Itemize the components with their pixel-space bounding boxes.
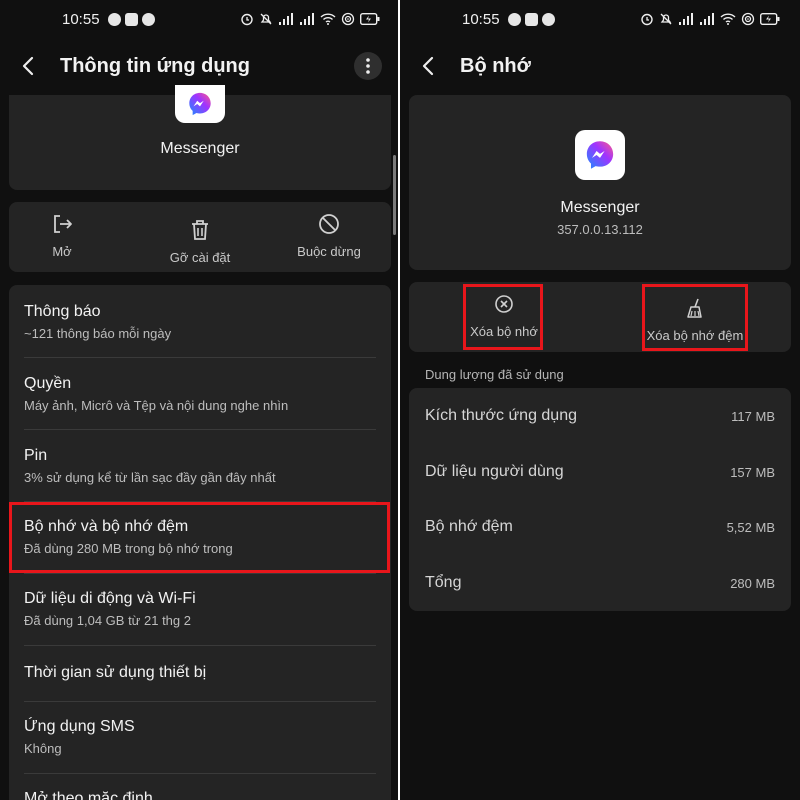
storage-value: 280 MB bbox=[730, 575, 775, 591]
storage-label: Kích thước ứng dụng bbox=[425, 407, 577, 424]
divider bbox=[24, 701, 376, 702]
status-bar: 10:55 bbox=[0, 0, 400, 38]
trash-icon bbox=[192, 220, 208, 240]
divider bbox=[24, 573, 376, 574]
list-item-title: Thông báo bbox=[24, 303, 101, 320]
status-bar: 10:55 bbox=[400, 0, 800, 38]
messenger-icon bbox=[175, 85, 225, 123]
list-item-permissions[interactable]: Quyền Máy ảnh, Micrô và Tệp và nội dung … bbox=[9, 375, 391, 413]
gallery-notification-icon bbox=[524, 12, 538, 26]
open-icon bbox=[54, 215, 72, 233]
list-item-subtitle: 3% sử dụng kể từ lần sạc đầy gần đây nhấ… bbox=[24, 470, 276, 485]
storage-value: 117 MB bbox=[731, 408, 775, 424]
highlight-box bbox=[9, 502, 390, 573]
divider bbox=[24, 645, 376, 646]
storage-row-cache: Bộ nhớ đệm 5,52 MB bbox=[409, 499, 791, 555]
storage-label: Dữ liệu người dùng bbox=[425, 463, 564, 480]
block-icon bbox=[319, 214, 339, 234]
list-item-screen-time[interactable]: Thời gian sử dụng thiết bị bbox=[9, 664, 391, 682]
list-item-battery[interactable]: Pin 3% sử dụng kể từ lần sạc đầy gần đây… bbox=[9, 447, 391, 485]
storage-row-user-data: Dữ liệu người dùng 157 MB bbox=[409, 444, 791, 500]
status-time: 10:55 bbox=[62, 10, 100, 28]
storage-row-total: Tổng 280 MB bbox=[409, 555, 791, 611]
back-button[interactable] bbox=[418, 54, 438, 78]
list-item-title: Quyền bbox=[24, 375, 72, 392]
highlight-box bbox=[642, 284, 748, 351]
section-label: Dung lượng đã sử dụng bbox=[425, 367, 564, 382]
more-options-button[interactable] bbox=[354, 52, 382, 80]
app-info-screen: 10:55 Thông tin ứng dụng Messenger Mở Gỡ… bbox=[0, 0, 400, 800]
storage-value: 157 MB bbox=[730, 464, 775, 480]
mute-icon bbox=[660, 13, 672, 25]
app-bar: Thông tin ứng dụng bbox=[0, 44, 400, 88]
uninstall-label: Gỡ cài đặt bbox=[169, 250, 231, 265]
highlight-box bbox=[463, 284, 543, 350]
list-item-title: Mở theo mặc định bbox=[24, 790, 153, 800]
storage-usage-list: Kích thước ứng dụng 117 MB Dữ liệu người… bbox=[409, 388, 791, 611]
battery-icon bbox=[360, 13, 380, 25]
app-name: Messenger bbox=[560, 199, 640, 216]
uninstall-button[interactable]: Gỡ cài đặt bbox=[159, 202, 241, 272]
divider bbox=[24, 357, 376, 358]
app-notification-icon bbox=[141, 12, 155, 26]
list-item-subtitle: Không bbox=[24, 741, 62, 756]
list-item-subtitle: Đã dùng 1,04 GB từ 21 thg 2 bbox=[24, 613, 191, 628]
list-item-mobile-data[interactable]: Dữ liệu di động và Wi-Fi Đã dùng 1,04 GB… bbox=[9, 590, 391, 628]
force-stop-label: Buộc dừng bbox=[297, 244, 361, 259]
storage-row-app-size: Kích thước ứng dụng 117 MB bbox=[409, 388, 791, 444]
mute-icon bbox=[260, 13, 272, 25]
messenger-icon bbox=[575, 130, 625, 180]
list-item-title: Dữ liệu di động và Wi-Fi bbox=[24, 590, 196, 607]
storage-value: 5,52 MB bbox=[726, 519, 775, 535]
page-title: Thông tin ứng dụng bbox=[60, 54, 250, 77]
app-header-card: Messenger bbox=[9, 85, 391, 190]
list-item-title: Pin bbox=[24, 447, 48, 464]
hotspot-icon bbox=[341, 12, 355, 26]
list-item-title: Ứng dụng SMS bbox=[24, 718, 135, 735]
force-stop-button[interactable]: Buộc dừng bbox=[289, 202, 369, 272]
chevron-left-icon bbox=[422, 56, 434, 76]
list-item-subtitle: Máy ảnh, Micrô và Tệp và nội dung nghe n… bbox=[24, 398, 289, 413]
scrollbar[interactable] bbox=[393, 155, 396, 235]
storage-label: Tổng bbox=[425, 574, 462, 591]
hotspot-icon bbox=[741, 12, 755, 26]
list-item-subtitle: ~121 thông báo mỗi ngày bbox=[24, 326, 172, 341]
alarm-icon bbox=[641, 13, 653, 26]
open-label: Mở bbox=[52, 244, 72, 259]
app-notification-icon bbox=[541, 12, 555, 26]
messenger-notification-icon bbox=[507, 12, 521, 26]
wifi-icon bbox=[720, 13, 736, 25]
signal-icon bbox=[679, 13, 693, 25]
back-button[interactable] bbox=[18, 54, 38, 78]
app-name: Messenger bbox=[160, 140, 240, 157]
list-item-title: Thời gian sử dụng thiết bị bbox=[24, 664, 207, 681]
app-actions-bar: Mở Gỡ cài đặt Buộc dừng bbox=[9, 202, 391, 272]
signal-2-icon bbox=[700, 13, 714, 25]
status-time: 10:55 bbox=[462, 10, 500, 28]
alarm-icon bbox=[241, 13, 253, 26]
app-bar: Bộ nhớ bbox=[400, 44, 800, 88]
wifi-icon bbox=[320, 13, 336, 25]
list-item-notifications[interactable]: Thông báo ~121 thông báo mỗi ngày bbox=[9, 303, 391, 341]
signal-2-icon bbox=[300, 13, 314, 25]
gallery-notification-icon bbox=[124, 12, 138, 26]
divider bbox=[24, 429, 376, 430]
list-item-sms-app[interactable]: Ứng dụng SMS Không bbox=[9, 718, 391, 756]
storage-screen: 10:55 Bộ nhớ Messenger 357.0.0.13.112 Xó… bbox=[400, 0, 800, 800]
app-version: 357.0.0.13.112 bbox=[557, 222, 643, 237]
page-title: Bộ nhớ bbox=[460, 54, 531, 77]
open-button[interactable]: Mở bbox=[27, 202, 97, 272]
messenger-notification-icon bbox=[107, 12, 121, 26]
signal-icon bbox=[279, 13, 293, 25]
list-item-open-by-default[interactable]: Mở theo mặc định bbox=[9, 790, 391, 800]
battery-icon bbox=[760, 13, 780, 25]
chevron-left-icon bbox=[22, 56, 34, 76]
app-header-card: Messenger 357.0.0.13.112 bbox=[409, 95, 791, 270]
divider bbox=[24, 773, 376, 774]
more-vert-icon bbox=[366, 58, 370, 74]
storage-label: Bộ nhớ đệm bbox=[425, 518, 513, 535]
